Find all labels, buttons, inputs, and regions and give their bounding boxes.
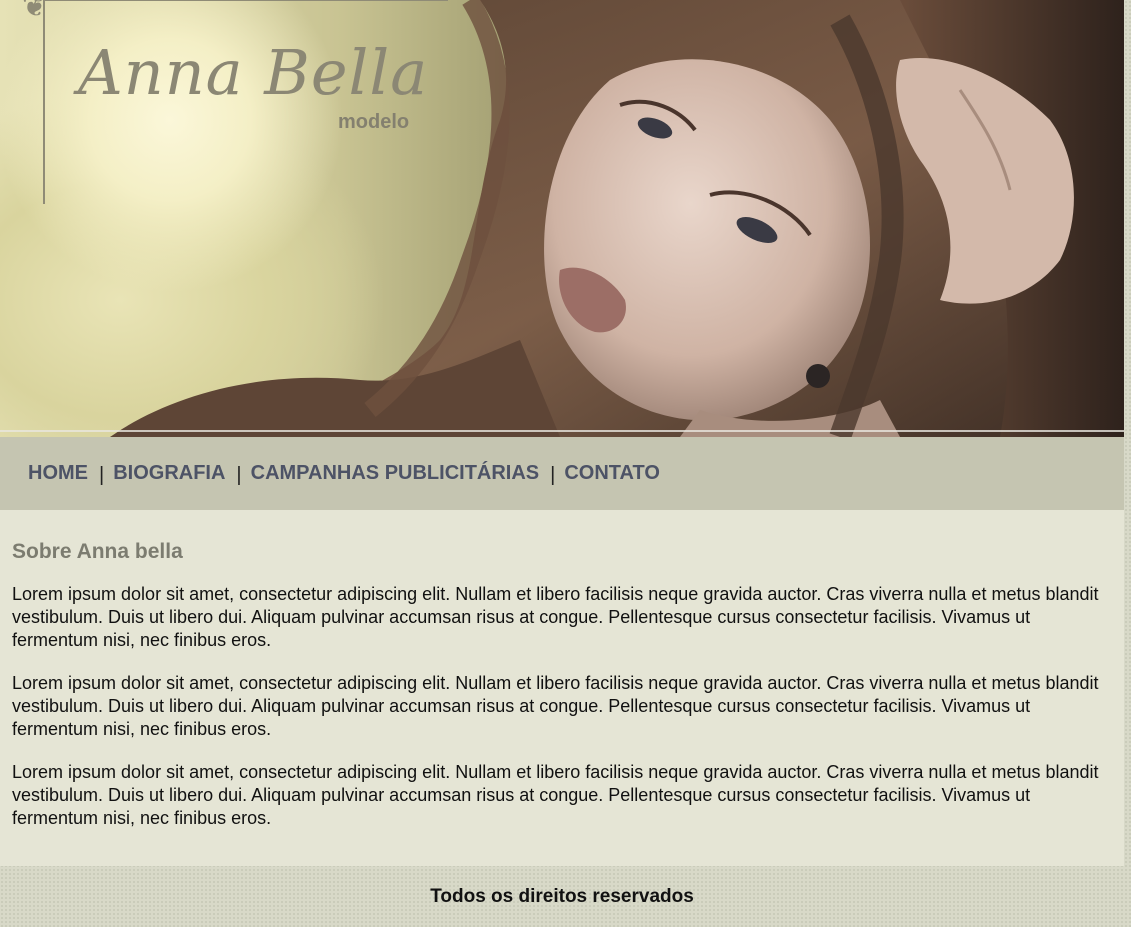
nav-link-home[interactable]: HOME	[28, 462, 88, 485]
logo-vertical-line	[43, 0, 45, 204]
body-paragraph: Lorem ipsum dolor sit amet, consectetur …	[12, 673, 1099, 739]
page: ❦ Anna Bella modelo HOME | BIOGRAFIA | C…	[0, 0, 1131, 927]
main-nav: HOME | BIOGRAFIA | CAMPANHAS PUBLICITÁRI…	[0, 437, 1124, 510]
section-heading: Sobre Anna bella	[12, 540, 183, 563]
nav-separator: |	[99, 464, 105, 486]
logo-flourish-icon: ❦	[22, 0, 48, 24]
footer-copyright: Todos os direitos reservados	[430, 886, 694, 907]
logo-subtitle: modelo	[338, 111, 410, 133]
footer: Todos os direitos reservados	[0, 866, 1124, 926]
header-banner: ❦ Anna Bella modelo	[0, 0, 1124, 437]
logo-name: Anna Bella	[78, 36, 429, 109]
main-content: Sobre Anna bella Lorem ipsum dolor sit a…	[0, 510, 1124, 866]
nav-link-campanhas[interactable]: CAMPANHAS PUBLICITÁRIAS	[251, 462, 540, 485]
nav-link-contato[interactable]: CONTATO	[564, 462, 660, 485]
nav-separator: |	[236, 464, 242, 486]
banner-divider	[0, 430, 1124, 432]
logo-top-line	[44, 0, 448, 1]
nav-separator: |	[550, 464, 556, 486]
content-column: ❦ Anna Bella modelo HOME | BIOGRAFIA | C…	[0, 0, 1124, 926]
body-paragraph: Lorem ipsum dolor sit amet, consectetur …	[12, 762, 1099, 828]
body-paragraph: Lorem ipsum dolor sit amet, consectetur …	[12, 584, 1099, 650]
nav-link-biografia[interactable]: BIOGRAFIA	[113, 462, 225, 485]
